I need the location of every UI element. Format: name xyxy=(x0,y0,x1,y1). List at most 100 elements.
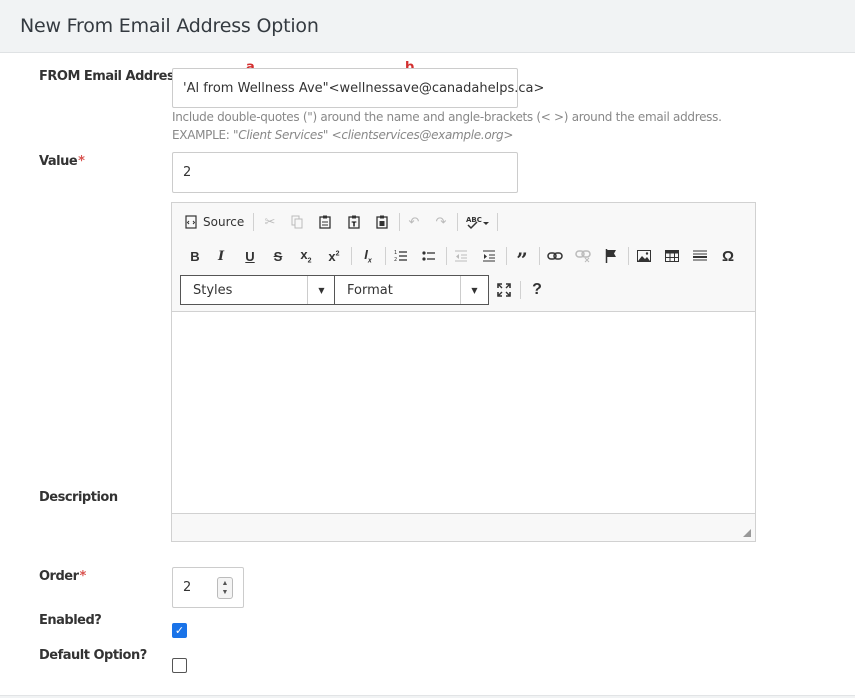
from-email-input-value: 'Al from Wellness Ave"<wellnessave@canad… xyxy=(183,80,545,96)
superscript-icon: x2 xyxy=(328,248,340,264)
styles-dropdown-label: Styles xyxy=(193,282,233,298)
svg-text:2: 2 xyxy=(394,257,397,263)
unlink-icon xyxy=(575,250,591,263)
remove-format-icon: Ix xyxy=(364,247,372,265)
numbered-list-button[interactable]: 12 xyxy=(390,245,412,267)
chevron-up-icon[interactable]: ▲ xyxy=(222,579,229,588)
chevron-down-icon: ▼ xyxy=(460,276,488,304)
value-label-text: Value xyxy=(39,154,78,169)
format-dropdown-label: Format xyxy=(347,282,393,298)
indent-button[interactable] xyxy=(478,245,500,267)
value-label: Value* xyxy=(39,154,85,169)
special-char-button[interactable]: Ω xyxy=(717,245,739,267)
blockquote-icon: ” xyxy=(516,248,528,272)
horizontal-rule-button[interactable] xyxy=(689,245,711,267)
description-label: Description xyxy=(39,490,118,505)
svg-text:T: T xyxy=(352,221,357,229)
paste-button[interactable] xyxy=(314,211,336,233)
from-email-label: FROM Email Address xyxy=(39,69,182,84)
toolbar-separator xyxy=(446,247,447,265)
description-editor: Source ✂ T ↶ ↷ ABC B I U S x2 x2 Ix 1 2 … xyxy=(171,202,756,542)
bulleted-list-button[interactable] xyxy=(418,245,440,267)
enabled-checkbox[interactable]: ✓ xyxy=(172,623,187,638)
svg-text:1: 1 xyxy=(394,250,397,256)
format-dropdown[interactable]: Format ▼ xyxy=(334,275,489,305)
toolbar-separator xyxy=(520,281,521,299)
subscript-button[interactable]: x2 xyxy=(295,245,317,267)
editor-status-bar xyxy=(172,513,755,541)
omega-icon: Ω xyxy=(721,247,735,265)
toolbar-separator xyxy=(497,213,498,231)
default-option-checkbox[interactable] xyxy=(172,658,187,673)
table-icon xyxy=(665,250,679,262)
paste-word-button[interactable] xyxy=(371,211,393,233)
table-button[interactable] xyxy=(661,245,683,267)
maximize-button[interactable] xyxy=(493,279,515,301)
toolbar-separator xyxy=(628,247,629,265)
horizontal-rule-icon xyxy=(693,250,707,261)
bold-button[interactable]: B xyxy=(184,245,206,267)
scissors-icon: ✂ xyxy=(264,214,276,229)
value-input[interactable]: 2 xyxy=(172,152,518,193)
spellcheck-icon: ABC xyxy=(466,216,489,230)
help-button[interactable]: ? xyxy=(526,279,548,301)
flag-icon xyxy=(605,249,616,263)
remove-format-button[interactable]: Ix xyxy=(357,245,379,267)
strikethrough-button[interactable]: S xyxy=(267,245,289,267)
styles-dropdown[interactable]: Styles ▼ xyxy=(180,275,336,305)
copy-button[interactable] xyxy=(286,211,308,233)
checkmark-icon: ✓ xyxy=(174,625,185,637)
from-email-example: EXAMPLE: "Client Services" <clientservic… xyxy=(172,128,513,142)
cut-button[interactable]: ✂ xyxy=(259,211,281,233)
bold-icon: B xyxy=(190,248,200,264)
redo-icon: ↷ xyxy=(435,214,447,229)
toolbar-separator xyxy=(351,247,352,265)
redo-button[interactable]: ↷ xyxy=(430,211,452,233)
value-required-mark: * xyxy=(78,154,85,169)
chevron-down-icon: ▼ xyxy=(307,276,335,304)
outdent-button[interactable] xyxy=(450,245,472,267)
from-email-help: Include double-quotes (") around the nam… xyxy=(172,110,722,124)
numbered-list-icon: 12 xyxy=(394,250,407,263)
resize-handle-icon[interactable] xyxy=(743,529,751,537)
strikethrough-icon: S xyxy=(273,248,283,264)
italic-icon: I xyxy=(217,248,225,264)
anchor-button[interactable] xyxy=(600,245,622,267)
toolbar-separator xyxy=(506,247,507,265)
undo-icon: ↶ xyxy=(408,214,420,229)
italic-button[interactable]: I xyxy=(210,245,232,267)
underline-button[interactable]: U xyxy=(239,245,261,267)
toolbar-separator xyxy=(399,213,400,231)
toolbar-separator xyxy=(539,247,540,265)
spellcheck-button[interactable]: ABC xyxy=(463,211,493,233)
copy-icon xyxy=(291,215,303,229)
from-email-input[interactable]: 'Al from Wellness Ave"<wellnessave@canad… xyxy=(172,68,544,108)
link-icon xyxy=(547,252,563,260)
image-button[interactable] xyxy=(633,245,655,267)
page-header: New From Email Address Option xyxy=(0,0,855,53)
paste-word-icon xyxy=(376,215,388,229)
stepper-arrows[interactable]: ▲ ▼ xyxy=(217,577,233,599)
image-icon xyxy=(637,250,651,262)
link-button[interactable] xyxy=(544,245,566,267)
order-label-text: Order xyxy=(39,569,79,584)
unlink-button[interactable] xyxy=(572,245,594,267)
undo-button[interactable]: ↶ xyxy=(403,211,425,233)
default-option-label: Default Option? xyxy=(39,648,147,663)
editor-toolbar: Source ✂ T ↶ ↷ ABC B I U S x2 x2 Ix 1 2 … xyxy=(172,203,755,312)
source-icon xyxy=(185,215,197,229)
source-button[interactable]: Source xyxy=(184,211,246,233)
order-stepper[interactable]: 2 ▲ ▼ xyxy=(172,567,244,608)
editor-content-area[interactable] xyxy=(172,313,755,513)
chevron-down-icon[interactable]: ▼ xyxy=(222,588,229,597)
superscript-button[interactable]: x2 xyxy=(323,245,345,267)
subscript-icon: x2 xyxy=(300,247,312,265)
indent-icon xyxy=(483,250,495,262)
paste-text-button[interactable]: T xyxy=(343,211,365,233)
svg-text:ABC: ABC xyxy=(466,216,482,224)
maximize-icon xyxy=(497,283,511,297)
blockquote-button[interactable]: ” xyxy=(511,245,533,272)
order-label: Order* xyxy=(39,569,86,584)
example-text: "Client Services" <clientservices@exampl… xyxy=(233,128,514,142)
toolbar-separator xyxy=(253,213,254,231)
